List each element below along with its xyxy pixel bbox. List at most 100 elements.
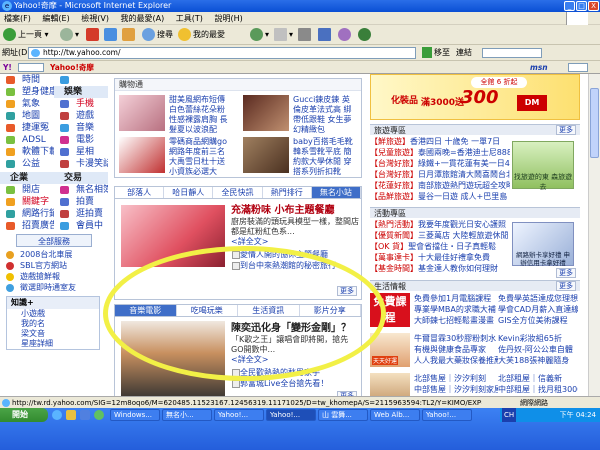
task-wretch[interactable]: 無名小... [162,409,212,421]
tab-blog-people[interactable]: 部落人 [115,187,165,198]
event-link[interactable]: 【OK 貨】聖會省擋住・日子真輕鬆 [370,241,510,252]
stop-button[interactable] [86,27,101,43]
service-link[interactable] [54,74,108,86]
task-cloud-dance[interactable]: 山 雲舞... [318,409,368,421]
tab-food-fun[interactable]: 吃喝玩樂 [177,305,238,316]
service-link[interactable]: 星相 [54,146,108,158]
address-input[interactable]: http://tw.yahoo.com/ [28,47,416,59]
service-link[interactable]: 逛拍賣 [54,208,108,220]
edit-button[interactable] [318,27,333,43]
menu-edit[interactable]: 編輯(E) [42,14,69,23]
mail-button[interactable]: ▾ [274,27,293,43]
menu-favorites[interactable]: 我的最愛(A) [121,14,165,23]
feature-image[interactable] [121,205,225,267]
home-link[interactable]: 中部售屋｜汐汐利刻家屋 [414,384,498,395]
life-link[interactable]: 免費參加1月電腦課程 [414,293,498,304]
quicklaunch-folder-icon[interactable] [66,410,76,420]
tab-news-flash[interactable]: 全民快訊 [213,187,263,198]
task-yahoo-2[interactable]: Yahoo!... [266,409,316,421]
minimize-button[interactable]: _ [564,1,575,11]
travel-side-ad[interactable]: 找旅遊的東 森旅遊去 [512,141,574,191]
event-link[interactable]: 【優質新聞】三菱萬店 大陸輕旅遊休閒 [370,230,510,241]
feature-link[interactable]: 愛情人開的協休主題餐廳 [231,249,359,260]
life-link[interactable]: 免費學英語達成您理想 [498,293,578,304]
life-link[interactable]: 大師鍊七招輕鬆畫漫畫 [414,315,498,326]
event-more-button[interactable]: 更多 [556,268,576,278]
feature-more-link[interactable]: <詳全文> [231,237,359,247]
service-link[interactable]: 地圖 [0,110,54,122]
music-link[interactable]: 郭富城Live全台搶先看！ [231,378,359,389]
service-link[interactable]: 關鍵字 [0,196,54,208]
product-item[interactable]: 甜美風網布短傳 白色蕾絲花朵粉 性感裸露肩胸 長髮夏以波浪配 [115,93,235,134]
life-link[interactable]: 學會CAD月薪入直達線 [498,304,578,315]
home-link[interactable]: 中部租屋｜找月租3000 [498,384,578,395]
service-link[interactable]: 電影 [54,134,108,146]
service-link[interactable]: 無名相簿 [54,184,108,196]
msn-link[interactable]: msn [530,61,548,74]
window-title-bar[interactable]: e Yahoo!奇摩 - Microsoft Internet Explorer… [0,0,600,12]
messenger-button[interactable] [358,27,373,43]
links-dropdown[interactable] [482,48,542,58]
shop-link[interactable]: 人人我最大藥妝保養推薦 [414,355,498,366]
shop-link[interactable]: 牛爾冒霖30秒膠粉刺水 [414,333,498,344]
service-link[interactable]: 軟體下載 [0,146,54,158]
links-label[interactable]: 連結 [456,45,472,61]
tab-music-movies[interactable]: 音樂電影 [115,305,177,316]
task-windows[interactable]: Windows... [110,409,160,421]
product-text[interactable]: 零碼商品網購go 網路年度前三名 大禹雪日杜十送 小資族必選大 [169,137,233,177]
shop-link[interactable]: Kevin彩妝組65折 [498,333,578,344]
maximize-button[interactable]: □ [576,1,587,11]
service-link[interactable]: 網路行銷 [0,208,54,220]
go-button[interactable]: 移至 [434,45,450,61]
menu-tools[interactable]: 工具(T) [176,14,203,23]
menu-view[interactable]: 檢視(V) [81,14,109,23]
product-text[interactable]: baby百搭毛毛靴 韓系雪靴平底 簡約款大學休閒 穿搭系列折扣靴 [293,137,357,177]
service-link[interactable]: 時間 [0,74,54,86]
service-link[interactable]: ADSL [0,134,54,146]
travel-link[interactable]: 【台灣好旅】綠鐵+一貫花蓮有美一日498 [370,158,510,169]
quicklaunch-ie-icon[interactable] [52,410,62,420]
discuss-button[interactable] [338,27,353,43]
home-link[interactable]: 北部租屋｜信義新 [498,373,578,384]
msn-search-input[interactable] [568,63,588,72]
music-link[interactable]: 全民歡熱熱的愁男家手 [231,367,359,378]
refresh-button[interactable] [104,27,119,43]
life-link[interactable]: 專業學MBA的求職大補 [414,304,498,315]
go-arrow-icon[interactable] [422,47,432,58]
language-indicator[interactable]: CH [502,408,517,422]
service-link[interactable]: 捷運冤 [0,122,54,134]
yahoo-search-input[interactable] [18,63,44,72]
event-link[interactable]: 【基金時間】基金達人教你如何理財 [370,263,510,274]
travel-more-button[interactable]: 更多 [556,125,576,135]
promo-feed-link[interactable]: 徵選即時通室友 [0,282,108,293]
start-button[interactable]: 開始 [0,408,48,422]
feature-link[interactable]: 到台中來熱潮館的秘密旅行 [231,260,359,271]
product-item[interactable]: baby百搭毛毛靴 韓系雪靴平底 簡約款大學休閒 穿搭系列折扣靴 [239,135,359,177]
task-yahoo-1[interactable]: Yahoo!... [214,409,264,421]
quicklaunch-messenger-icon[interactable] [94,410,104,420]
menu-help[interactable]: 說明(H) [214,14,242,23]
travel-link[interactable]: 【兒童旅遊】泰國兩晚=香港迪士尼8888 [370,147,510,158]
service-link[interactable]: 娛樂 [54,86,108,98]
service-link[interactable]: 企業 [0,172,54,184]
close-button[interactable]: X [588,1,599,11]
quicklaunch-desktop-icon[interactable] [80,410,90,420]
product-text[interactable]: Gucci鍊皮鍊 英倫皮革法式高 綁帶低跟鞋 女生夢幻精緻包 [293,95,357,135]
product-image[interactable] [243,137,289,173]
back-button[interactable]: 上一頁 ▾ [3,27,49,43]
yahoo-link[interactable]: Yahoo!奇摩 [50,61,94,74]
menu-file[interactable]: 檔案(F) [4,14,31,23]
search-button[interactable]: 搜尋 [142,27,173,43]
event-link[interactable]: 【熱門活動】我要年度觀光日安心護照 [370,219,510,230]
shop-link[interactable]: 佐丹奴-阿公公車自體 [498,344,578,355]
promo-feed-link[interactable]: 2008台北車展 [0,249,108,260]
blog-more-button[interactable]: 更多 [337,286,357,296]
tab-japan-fans[interactable]: 哈日靜人 [164,187,214,198]
knowledge-link[interactable]: 星座詳細 [7,339,99,349]
service-link[interactable]: 招賣廣告 [0,220,54,232]
all-services-button[interactable]: 全部服務 [16,234,92,247]
service-link[interactable]: 手機 [54,98,108,110]
vertical-scrollbar[interactable] [588,74,600,396]
travel-link[interactable]: 【鮮旅遊】香港四日 十歲免 一單7日 [370,136,510,147]
singer-photo[interactable] [121,321,225,396]
